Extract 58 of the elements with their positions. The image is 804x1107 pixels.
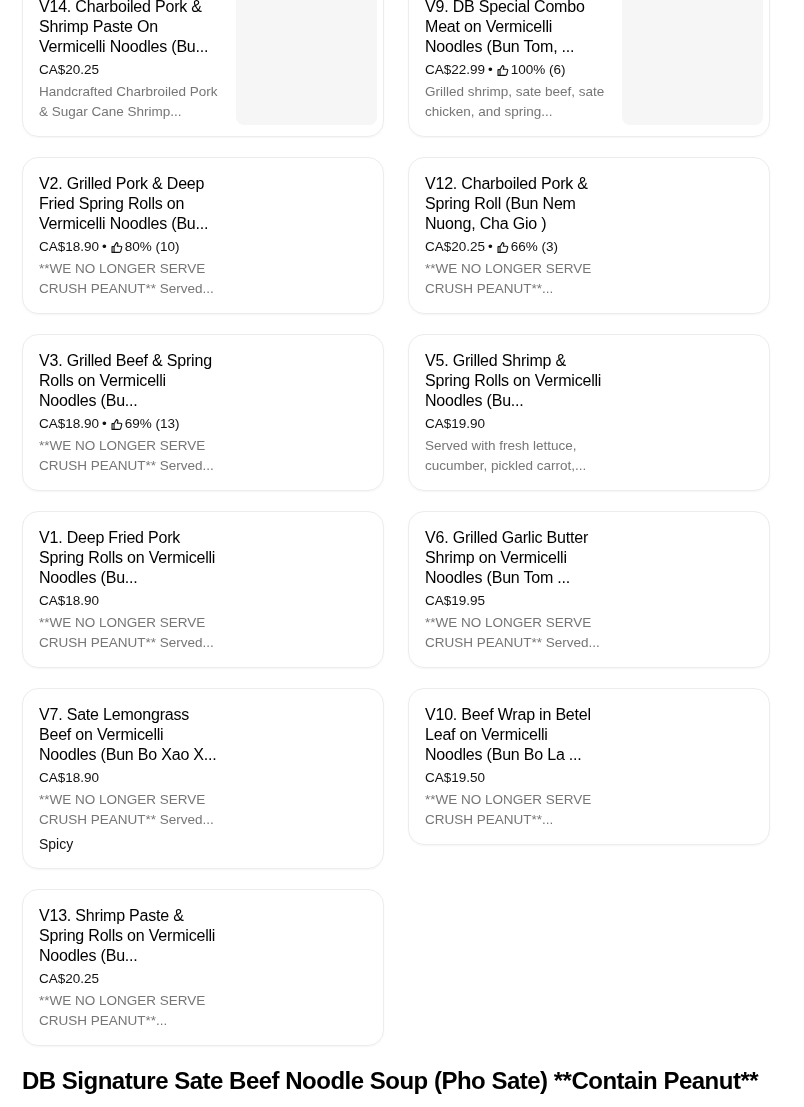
menu-item-card[interactable]: V9. DB Special Combo Meat on Vermicelli Noodles (Bun Tom, ... CA$22.99 • 100% (6) Grilled shrimp, sate beef, sate chicken, and spring...: [408, 0, 770, 137]
item-title: V1. Deep Fried Pork Spring Rolls on Vermicelli Noodles (Bu...: [39, 528, 217, 588]
item-price: CA$19.90: [425, 415, 486, 433]
item-title: V10. Beef Wrap in Betel Leaf on Vermicelli Noodles (Bun Bo La ...: [425, 705, 592, 765]
item-title: V7. Sate Lemongrass Beef on Vermicelli Noodles (Bun Bo Xao X...: [39, 705, 218, 765]
item-price: CA$18.90: [39, 238, 100, 256]
item-price: CA$18.90: [39, 592, 100, 610]
item-description: **WE NO LONGER SERVE CRUSH PEANUT**...: [39, 992, 207, 1030]
item-description: **WE NO LONGER SERVE CRUSH PEANUT**...: [425, 260, 593, 298]
menu-item-card[interactable]: V12. Charboiled Pork & Spring Roll (Bun Nem Nuong, Cha Gio ) CA$20.25 • 66% (3) **WE NO LONGER SERVE CRUSH PEANUT**...: [408, 157, 770, 314]
menu-item-card[interactable]: V13. Shrimp Paste & Spring Rolls on Vermicelli Noodles (Bu... CA$20.25 **WE NO LONGER SERVE CRUSH PEANUT**...: [22, 889, 384, 1046]
item-price: CA$22.99: [425, 61, 486, 79]
item-description: Served with fresh lettuce, cucumber, pickled carrot,...: [425, 437, 588, 475]
menu-item-card[interactable]: V6. Grilled Garlic Butter Shrimp on Vermicelli Noodles (Bun Tom ... CA$19.95 **WE NO LONGER SERVE CRUSH PEANUT** Served...: [408, 511, 770, 668]
menu-item-card[interactable]: V1. Deep Fried Pork Spring Rolls on Vermicelli Noodles (Bu... CA$18.90 **WE NO LONGER SERVE CRUSH PEANUT** Served...: [22, 511, 384, 668]
menu-item-card[interactable]: V3. Grilled Beef & Spring Rolls on Vermicelli Noodles (Bu... CA$18.90 • 69% (13) **WE NO LONGER SERVE CRUSH PEANUT** Served...: [22, 334, 384, 491]
separator-dot: •: [102, 238, 107, 256]
item-price: CA$20.25: [39, 970, 100, 988]
item-price: CA$20.25: [39, 61, 100, 79]
separator-dot: •: [488, 61, 493, 79]
item-title: V9. DB Special Combo Meat on Vermicelli Noodles (Bun Tom, ...: [425, 0, 586, 57]
item-rating: 66% (3): [510, 238, 559, 256]
separator-dot: •: [488, 238, 493, 256]
item-description: **WE NO LONGER SERVE CRUSH PEANUT** Served...: [39, 437, 215, 475]
menu-item-card[interactable]: V7. Sate Lemongrass Beef on Vermicelli Noodles (Bun Bo Xao X... CA$18.90 **WE NO LONGER SERVE CRUSH PEANUT** Served... Spicy: [22, 688, 384, 869]
item-rating: 69% (13): [124, 415, 180, 433]
menu-item-card[interactable]: V10. Beef Wrap in Betel Leaf on Vermicelli Noodles (Bun Bo La ... CA$19.50 **WE NO LONGER SERVE CRUSH PEANUT**...: [408, 688, 770, 845]
menu-item-card[interactable]: V5. Grilled Shrimp & Spring Rolls on Vermicelli Noodles (Bu... CA$19.90 Served with fresh lettuce, cucumber, pickled carrot,...: [408, 334, 770, 491]
item-description: Handcrafted Charbroiled Pork & Sugar Cane Shrimp...: [39, 83, 219, 121]
section-heading: DB Signature Sate Beef Noodle Soup (Pho Sate) **Contain Peanut**: [22, 1066, 760, 1096]
item-price: CA$19.95: [425, 592, 486, 610]
item-description: **WE NO LONGER SERVE CRUSH PEANUT** Served...: [425, 614, 601, 652]
item-description: **WE NO LONGER SERVE CRUSH PEANUT** Served...: [39, 614, 215, 652]
thumbs-up-icon: [495, 240, 509, 254]
item-title: V2. Grilled Pork & Deep Fried Spring Rolls on Vermicelli Noodles (Bu...: [39, 174, 210, 234]
item-title: V13. Shrimp Paste & Spring Rolls on Vermicelli Noodles (Bu...: [39, 906, 217, 966]
item-price: CA$20.25: [425, 238, 486, 256]
item-rating: 100% (6): [510, 61, 566, 79]
item-description: Grilled shrimp, sate beef, sate chicken, and spring...: [425, 83, 605, 121]
menu-item-card[interactable]: V14. Charboiled Pork & Shrimp Paste On Vermicelli Noodles (Bu... CA$20.25 Handcrafted Charbroiled Pork & Sugar Cane Shrimp...: [22, 0, 384, 137]
item-rating: 80% (10): [124, 238, 180, 256]
menu-item-card[interactable]: V2. Grilled Pork & Deep Fried Spring Rolls on Vermicelli Noodles (Bu... CA$18.90 • 80% (10) **WE NO LONGER SERVE CRUSH PEANUT** Served...: [22, 157, 384, 314]
item-title: V14. Charboiled Pork & Shrimp Paste On Vermicelli Noodles (Bu...: [39, 0, 210, 57]
item-title: V6. Grilled Garlic Butter Shrimp on Vermicelli Noodles (Bun Tom ...: [425, 528, 590, 588]
thumbs-up-icon: [109, 417, 123, 431]
item-price: CA$18.90: [39, 415, 100, 433]
item-description: **WE NO LONGER SERVE CRUSH PEANUT** Served...: [39, 791, 215, 829]
item-title: V12. Charboiled Pork & Spring Roll (Bun Nem Nuong, Cha Gio ): [425, 174, 589, 234]
item-price: CA$19.50: [425, 769, 486, 787]
separator-dot: •: [102, 415, 107, 433]
item-description: **WE NO LONGER SERVE CRUSH PEANUT**...: [425, 791, 593, 829]
item-tag: Spicy: [39, 834, 219, 854]
item-title: V3. Grilled Beef & Spring Rolls on Vermicelli Noodles (Bu...: [39, 351, 213, 411]
item-price: CA$18.90: [39, 769, 100, 787]
item-title: V5. Grilled Shrimp & Spring Rolls on Vermicelli Noodles (Bu...: [425, 351, 603, 411]
thumbs-up-icon: [495, 63, 509, 77]
item-description: **WE NO LONGER SERVE CRUSH PEANUT** Served...: [39, 260, 215, 298]
thumbs-up-icon: [109, 240, 123, 254]
